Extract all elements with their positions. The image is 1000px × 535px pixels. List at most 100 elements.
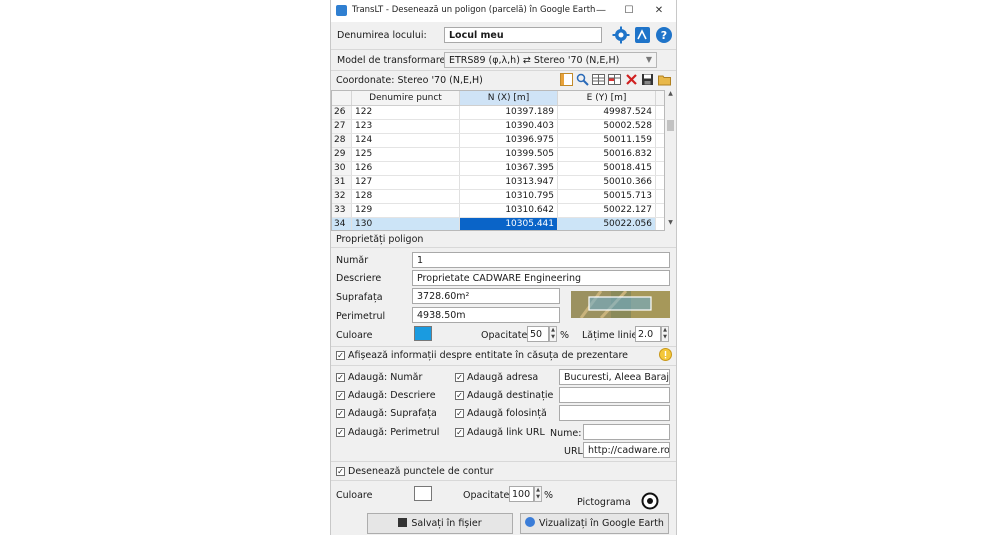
minimize-button[interactable]: —	[588, 3, 614, 19]
suprafata-label: Suprafața	[336, 292, 383, 303]
table-row[interactable]: 28 124 10396.975 50011.159	[332, 134, 664, 148]
table-cell-x[interactable]: 10367.395	[460, 162, 558, 175]
add-adresa-checkbox[interactable]: ✓	[455, 373, 464, 382]
separator	[331, 365, 676, 366]
descriere-input[interactable]: Proprietate CADWARE Engineering	[412, 270, 670, 286]
save-icon[interactable]	[641, 73, 654, 86]
table-cell-n[interactable]: 29	[332, 148, 352, 161]
table-view-icon[interactable]	[560, 73, 573, 86]
add-suprafata-checkbox[interactable]: ✓	[336, 409, 345, 418]
table-cell-x[interactable]: 10313.947	[460, 176, 558, 189]
table-row[interactable]: 33 129 10310.642 50022.127	[332, 204, 664, 218]
grid-edit-icon[interactable]	[608, 73, 621, 86]
latime-input[interactable]: 2.0	[635, 326, 661, 342]
table-cell-name[interactable]: 127	[352, 176, 460, 189]
table-cell-y[interactable]: 50016.832	[558, 148, 656, 161]
transform-select[interactable]: ETRS89 (φ,λ,h) ⇄ Stereo '70 (N,E,H) ▼	[444, 52, 657, 68]
table-row[interactable]: 26 122 10397.189 49987.524	[332, 106, 664, 120]
table-cell-x[interactable]: 10310.642	[460, 204, 558, 217]
save-to-file-button[interactable]: Salvați în fișier	[367, 513, 513, 534]
table-row[interactable]: 32 128 10310.795 50015.713	[332, 190, 664, 204]
table-cell-y[interactable]: 50010.366	[558, 176, 656, 189]
scroll-thumb[interactable]	[667, 120, 674, 131]
settings-gear-icon[interactable]	[612, 26, 630, 44]
table-cell-name[interactable]: 129	[352, 204, 460, 217]
table-cell-name[interactable]: 126	[352, 162, 460, 175]
table-cell-n[interactable]: 30	[332, 162, 352, 175]
table-cell-n[interactable]: 32	[332, 190, 352, 203]
info-tip-icon[interactable]	[659, 348, 672, 361]
table-cell-x[interactable]: 10310.795	[460, 190, 558, 203]
scroll-up-icon[interactable]: ▲	[666, 90, 675, 100]
table-cell-name[interactable]: 125	[352, 148, 460, 161]
table-cell-name[interactable]: 124	[352, 134, 460, 147]
grid-insert-icon[interactable]	[592, 73, 605, 86]
table-row[interactable]: 27 123 10390.403 50002.528	[332, 120, 664, 134]
table-cell-x[interactable]: 10396.975	[460, 134, 558, 147]
column-header-n[interactable]: N (X) [m]	[460, 91, 558, 105]
table-row[interactable]: 29 125 10399.505 50016.832	[332, 148, 664, 162]
contour-opacitate-stepper[interactable]: ▲ ▼	[534, 486, 542, 502]
contour-checkbox[interactable]: ✓	[336, 467, 345, 476]
table-scrollbar[interactable]: ▲ ▼	[665, 90, 676, 231]
contour-opacitate-input[interactable]: 100	[509, 486, 534, 502]
polygon-color-swatch[interactable]	[414, 326, 432, 341]
add-destinatie-checkbox[interactable]: ✓	[455, 391, 464, 400]
latime-stepper[interactable]: ▲ ▼	[661, 326, 669, 342]
add-descriere-checkbox[interactable]: ✓	[336, 391, 345, 400]
pdf-manual-icon[interactable]	[634, 26, 651, 44]
table-cell-n[interactable]: 34	[332, 218, 352, 230]
help-icon[interactable]: ?	[655, 26, 673, 44]
info-checkbox[interactable]: ✓	[336, 351, 345, 360]
table-row[interactable]: 31 127 10313.947 50010.366	[332, 176, 664, 190]
column-header-name[interactable]: Denumire punct	[352, 91, 460, 105]
link-url-input[interactable]: http://cadware.ro	[583, 442, 670, 458]
numar-input[interactable]: 1	[412, 252, 670, 268]
folosinta-input[interactable]	[559, 405, 670, 421]
search-icon[interactable]	[576, 73, 589, 86]
table-row[interactable]: 30 126 10367.395 50018.415	[332, 162, 664, 176]
table-cell-name[interactable]: 130	[352, 218, 460, 230]
add-folosinta-checkbox[interactable]: ✓	[455, 409, 464, 418]
add-perimetrul-checkbox[interactable]: ✓	[336, 428, 345, 437]
target-pictogram-icon[interactable]	[641, 492, 659, 510]
destinatie-input[interactable]	[559, 387, 670, 403]
open-folder-icon[interactable]	[658, 73, 671, 86]
add-link-checkbox[interactable]: ✓	[455, 428, 464, 437]
table-cell-y[interactable]: 50015.713	[558, 190, 656, 203]
table-cell-x[interactable]: 10399.505	[460, 148, 558, 161]
table-cell-x[interactable]: 10397.189	[460, 106, 558, 119]
view-in-google-earth-button[interactable]: Vizualizați în Google Earth	[520, 513, 669, 534]
table-cell-x[interactable]: 10390.403	[460, 120, 558, 133]
table-cell-y[interactable]: 50011.159	[558, 134, 656, 147]
table-cell-n[interactable]: 27	[332, 120, 352, 133]
table-cell-y[interactable]: 50022.127	[558, 204, 656, 217]
adresa-input[interactable]: Bucuresti, Aleea Baraju	[559, 369, 670, 385]
contour-color-swatch[interactable]	[414, 486, 432, 501]
table-cell-n[interactable]: 31	[332, 176, 352, 189]
column-header-e[interactable]: E (Y) [m]	[558, 91, 656, 105]
maximize-button[interactable]: ☐	[616, 3, 642, 19]
opacitate-input[interactable]: 50	[527, 326, 549, 342]
link-name-input[interactable]	[583, 424, 670, 440]
delete-icon[interactable]	[625, 73, 638, 86]
table-cell-n[interactable]: 26	[332, 106, 352, 119]
points-table[interactable]: Denumire punct N (X) [m] E (Y) [m] 26 122…	[331, 90, 665, 231]
table-cell-y[interactable]: 50002.528	[558, 120, 656, 133]
table-cell-y[interactable]: 50022.056	[558, 218, 656, 230]
table-cell-name[interactable]: 128	[352, 190, 460, 203]
table-cell-name[interactable]: 123	[352, 120, 460, 133]
location-input[interactable]: Locul meu	[444, 27, 602, 43]
add-numar-checkbox[interactable]: ✓	[336, 373, 345, 382]
table-cell-x[interactable]: 10305.441	[460, 218, 558, 230]
scroll-down-icon[interactable]: ▼	[666, 219, 675, 229]
table-cell-name[interactable]: 122	[352, 106, 460, 119]
close-button[interactable]: ✕	[646, 3, 672, 19]
table-cell-y[interactable]: 49987.524	[558, 106, 656, 119]
table-cell-n[interactable]: 33	[332, 204, 352, 217]
opacitate-stepper[interactable]: ▲ ▼	[549, 326, 557, 342]
table-cell-y[interactable]: 50018.415	[558, 162, 656, 175]
table-cell-n[interactable]: 28	[332, 134, 352, 147]
table-row[interactable]: 34 130 10305.441 50022.056	[332, 218, 664, 230]
url-label: URL	[564, 446, 583, 457]
